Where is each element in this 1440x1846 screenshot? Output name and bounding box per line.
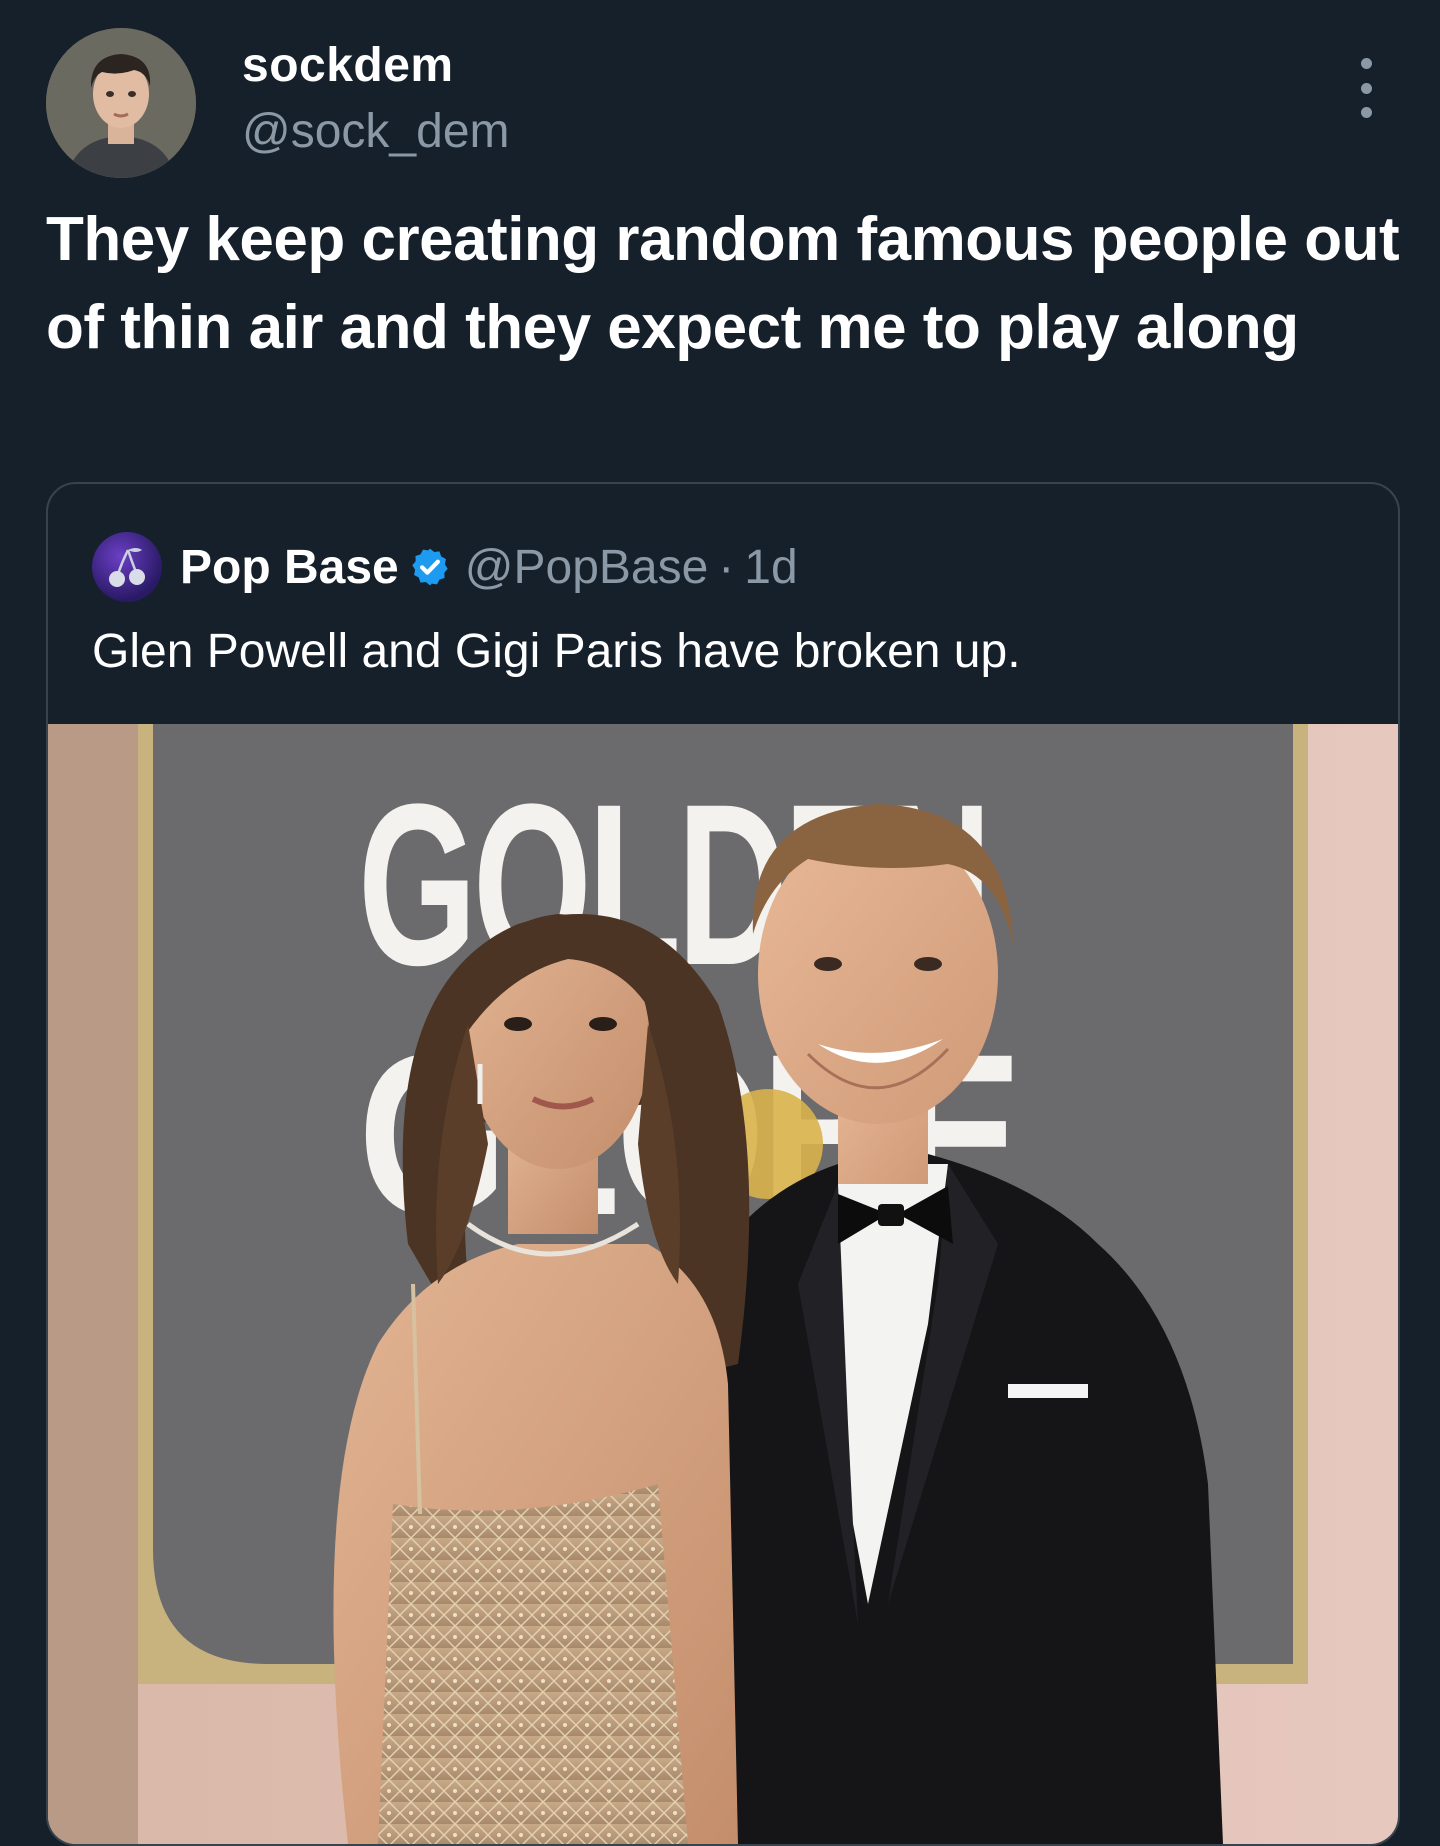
quoted-tweet-timestamp[interactable]: 1d	[744, 540, 797, 595]
red-carpet-photo: GOLDEN GLOBE	[48, 724, 1398, 1844]
author-avatar[interactable]	[46, 28, 196, 178]
quoted-author-avatar[interactable]	[92, 532, 162, 602]
more-dot	[1360, 82, 1372, 94]
verified-badge-icon	[412, 548, 448, 586]
separator-dot: ·	[718, 540, 735, 594]
quoted-tweet-text: Glen Powell and Gigi Paris have broken u…	[92, 625, 1021, 678]
more-options-button[interactable]	[1346, 58, 1386, 118]
more-dot	[1360, 107, 1372, 118]
quoted-tweet-photo[interactable]: GOLDEN GLOBE	[48, 724, 1398, 1844]
tweet-text: They keep creating random famous people …	[46, 205, 1400, 362]
author-handle[interactable]: @sock_dem	[242, 104, 510, 159]
quoted-tweet-card[interactable]: Pop Base @PopBase · 1d Glen Powell and G…	[46, 482, 1400, 1846]
avatar-photo	[46, 28, 196, 178]
quoted-author-display-name[interactable]: Pop Base	[180, 540, 399, 595]
cherry-icon	[109, 548, 145, 587]
quoted-tweet-header: Pop Base @PopBase · 1d	[92, 532, 798, 602]
tweet: sockdem @sock_dem They keep creating ran…	[0, 0, 1440, 1846]
more-vertical-icon	[1360, 58, 1372, 69]
quoted-author-handle[interactable]: @PopBase	[465, 540, 709, 595]
author-display-name[interactable]: sockdem	[242, 38, 454, 93]
